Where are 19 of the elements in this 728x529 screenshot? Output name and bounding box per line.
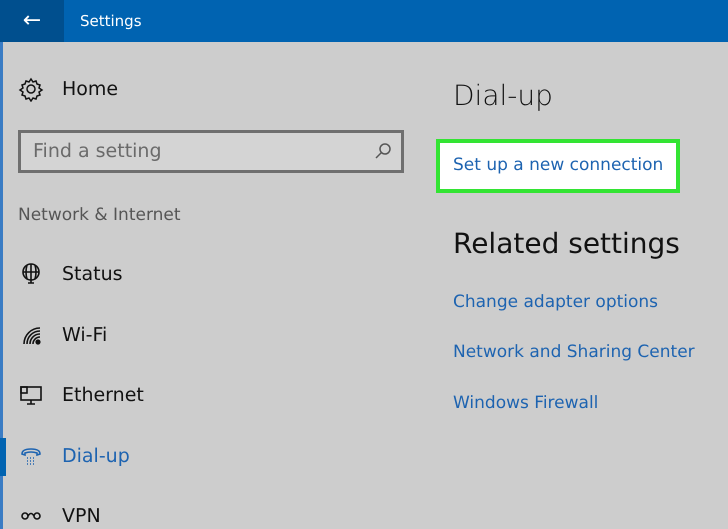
nav-item[interactable]: Ethernet — [18, 381, 144, 410]
back-button[interactable]: ← — [0, 0, 64, 42]
related-link[interactable]: Network and Sharing Center — [453, 340, 695, 366]
related-link[interactable]: Windows Firewall — [453, 390, 598, 416]
nav-item[interactable]: Dial-up — [18, 442, 130, 470]
related-link[interactable]: Change adapter options — [453, 290, 658, 315]
window-title: Settings — [79, 10, 142, 32]
search-icon — [374, 142, 392, 160]
nav-item[interactable]: Status — [18, 260, 123, 288]
page-title: Dial-up — [453, 78, 553, 114]
search-field[interactable]: Find a setting — [18, 130, 404, 172]
setup-connection-link[interactable]: Set up a new connection — [436, 139, 680, 192]
section-title: Related settings — [453, 226, 680, 262]
home-nav-item[interactable]: Home — [18, 75, 118, 104]
nav-item[interactable]: VPN — [18, 502, 101, 529]
settings-icon — [18, 76, 44, 102]
nav-item[interactable]: Wi-Fi — [18, 320, 108, 349]
section-heading: Network & Internet — [18, 204, 181, 226]
selection-indicator — [0, 438, 6, 476]
